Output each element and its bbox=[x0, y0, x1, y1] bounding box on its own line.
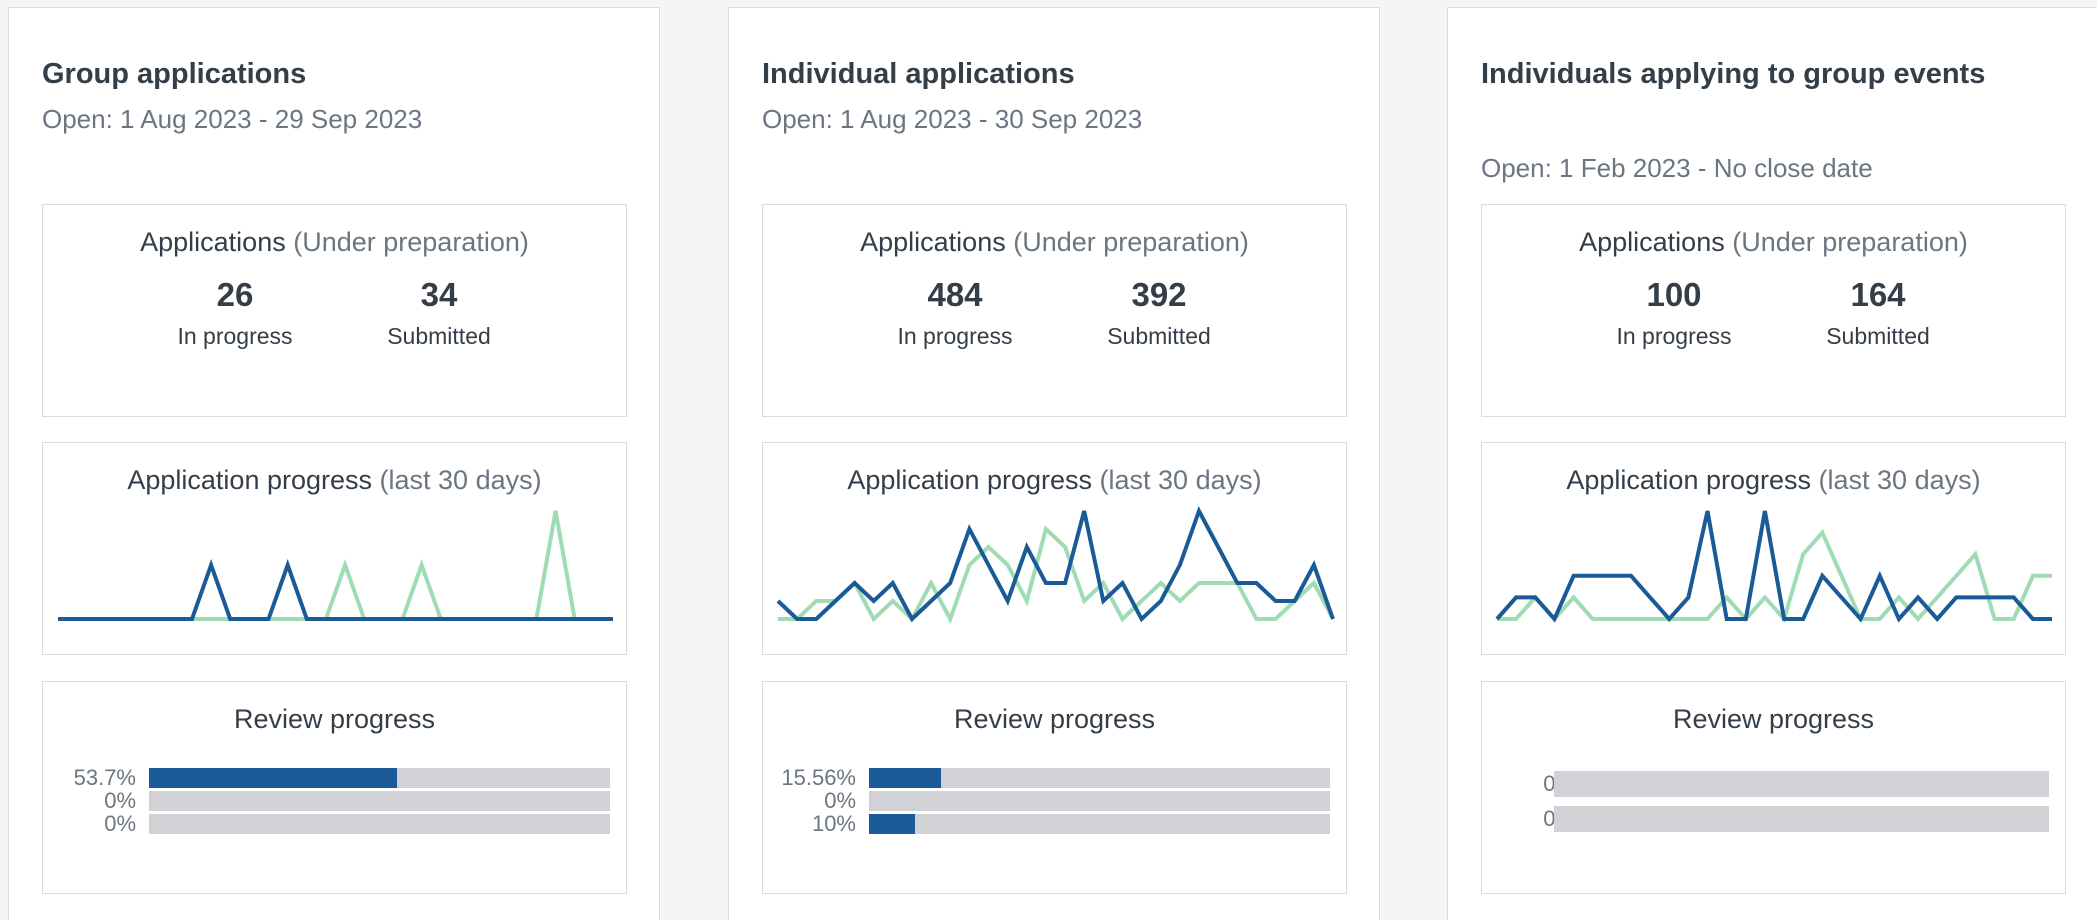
review-progress-row: 15.56% bbox=[763, 765, 1346, 790]
application-progress-heading-text: Application progress bbox=[127, 465, 373, 495]
application-progress-heading-text: Application progress bbox=[1566, 465, 1812, 495]
submitted-label: Submitted bbox=[1826, 323, 1930, 349]
review-progress-fill bbox=[869, 814, 916, 834]
card-individual-applications[interactable]: Individual applications Open: 1 Aug 2023… bbox=[728, 7, 1380, 920]
submitted-stat[interactable]: 34 Submitted bbox=[349, 273, 529, 351]
card-title[interactable]: Group applications bbox=[42, 50, 602, 98]
review-progress-row: 0% bbox=[43, 811, 626, 836]
application-progress-panel: Application progress (last 30 days) bbox=[1481, 442, 2066, 655]
review-progress-percent: 53.7% bbox=[73, 765, 136, 790]
applications-heading: Applications (Under preparation) bbox=[43, 225, 626, 259]
in-progress-stat[interactable]: 484 In progress bbox=[865, 273, 1045, 351]
card-title[interactable]: Individual applications bbox=[762, 50, 1322, 98]
card-open-dates: Open: 1 Aug 2023 - 29 Sep 2023 bbox=[42, 104, 423, 134]
review-progress-percent: 0% bbox=[824, 788, 856, 813]
review-progress-row: 0% bbox=[1482, 806, 2065, 832]
application-progress-chart bbox=[1495, 510, 2052, 624]
in-progress-count: 100 bbox=[1646, 276, 1702, 313]
review-progress-fill bbox=[869, 768, 941, 788]
application-progress-heading-text: Application progress bbox=[847, 465, 1093, 495]
card-open-dates: Open: 1 Feb 2023 - No close date bbox=[1481, 153, 1873, 183]
submitted-label: Submitted bbox=[387, 323, 491, 349]
applications-heading-note: (Under preparation) bbox=[1732, 227, 1968, 257]
card-individuals-group-events[interactable]: Individuals applying to group events Ope… bbox=[1447, 7, 2097, 920]
review-progress-row: 0% bbox=[43, 788, 626, 813]
card-title[interactable]: Individuals applying to group events bbox=[1481, 50, 2041, 98]
application-progress-panel: Application progress (last 30 days) bbox=[42, 442, 627, 655]
review-progress-track bbox=[149, 814, 610, 834]
applications-panel: Applications (Under preparation) 100 In … bbox=[1481, 204, 2066, 417]
in-progress-label: In progress bbox=[897, 323, 1013, 349]
submitted-count: 164 bbox=[1850, 276, 1906, 313]
review-progress-track bbox=[869, 791, 1330, 811]
review-progress-heading: Review progress bbox=[953, 704, 1156, 734]
application-progress-heading: Application progress (last 30 days) bbox=[43, 463, 626, 497]
review-progress-panel: Review progress 53.7% 0% 0% bbox=[42, 681, 627, 894]
application-progress-heading: Application progress (last 30 days) bbox=[1482, 463, 2065, 497]
review-progress-track bbox=[869, 814, 1330, 834]
review-progress-percent: 10% bbox=[811, 811, 856, 836]
review-progress-track bbox=[1554, 771, 2049, 797]
review-progress-panel: Review progress 0% 0% bbox=[1481, 681, 2066, 894]
applications-heading: Applications (Under preparation) bbox=[1482, 225, 2065, 259]
submitted-line bbox=[58, 510, 613, 621]
submitted-label: Submitted bbox=[1107, 323, 1211, 349]
submitted-line bbox=[778, 525, 1335, 624]
applications-heading-note: (Under preparation) bbox=[293, 227, 529, 257]
application-progress-panel: Application progress (last 30 days) bbox=[762, 442, 1347, 655]
applications-heading-text: Applications bbox=[140, 227, 286, 257]
submitted-count: 34 bbox=[420, 276, 458, 313]
review-progress-fill bbox=[149, 768, 397, 788]
review-progress-percent: 15.56% bbox=[781, 765, 856, 790]
review-progress-percent: 0% bbox=[104, 788, 136, 813]
card-open-dates: Open: 1 Aug 2023 - 30 Sep 2023 bbox=[762, 104, 1143, 134]
application-progress-heading-note: (last 30 days) bbox=[1818, 465, 1981, 495]
review-progress-track bbox=[149, 791, 610, 811]
submitted-stat[interactable]: 392 Submitted bbox=[1069, 273, 1249, 351]
applications-panel: Applications (Under preparation) 484 In … bbox=[762, 204, 1347, 417]
application-progress-chart bbox=[58, 510, 613, 621]
application-progress-heading: Application progress (last 30 days) bbox=[763, 463, 1346, 497]
applications-heading-text: Applications bbox=[860, 227, 1006, 257]
review-progress-percent: 0% bbox=[104, 811, 136, 836]
review-progress-panel: Review progress 15.56% 0% 10% bbox=[762, 681, 1347, 894]
in-progress-count: 484 bbox=[927, 276, 983, 313]
application-progress-heading-note: (last 30 days) bbox=[1099, 465, 1262, 495]
in-progress-count: 26 bbox=[216, 276, 254, 313]
submitted-stat[interactable]: 164 Submitted bbox=[1788, 273, 1968, 351]
applications-panel: Applications (Under preparation) 26 In p… bbox=[42, 204, 627, 417]
review-progress-row: 10% bbox=[763, 811, 1346, 836]
card-group-applications[interactable]: Group applications Open: 1 Aug 2023 - 29… bbox=[8, 7, 660, 920]
applications-heading: Applications (Under preparation) bbox=[763, 225, 1346, 259]
review-progress-heading: Review progress bbox=[233, 704, 436, 734]
in-progress-stat[interactable]: 26 In progress bbox=[145, 273, 325, 351]
in-progress-stat[interactable]: 100 In progress bbox=[1584, 273, 1764, 351]
review-progress-track bbox=[149, 768, 610, 788]
applications-heading-text: Applications bbox=[1579, 227, 1725, 257]
review-progress-row: 53.7% bbox=[43, 765, 626, 790]
review-progress-heading: Review progress bbox=[1672, 704, 1875, 734]
review-progress-row: 0% bbox=[1482, 771, 2065, 797]
application-progress-chart bbox=[776, 506, 1335, 624]
applications-heading-note: (Under preparation) bbox=[1013, 227, 1249, 257]
application-cards: Group applications Open: 1 Aug 2023 - 29… bbox=[0, 0, 2097, 920]
review-progress-track bbox=[869, 768, 1330, 788]
review-progress-row: 0% bbox=[763, 788, 1346, 813]
application-progress-heading-note: (last 30 days) bbox=[379, 465, 542, 495]
in-progress-label: In progress bbox=[177, 323, 293, 349]
review-progress-track bbox=[1554, 806, 2049, 832]
submitted-count: 392 bbox=[1131, 276, 1187, 313]
in-progress-label: In progress bbox=[1616, 323, 1732, 349]
